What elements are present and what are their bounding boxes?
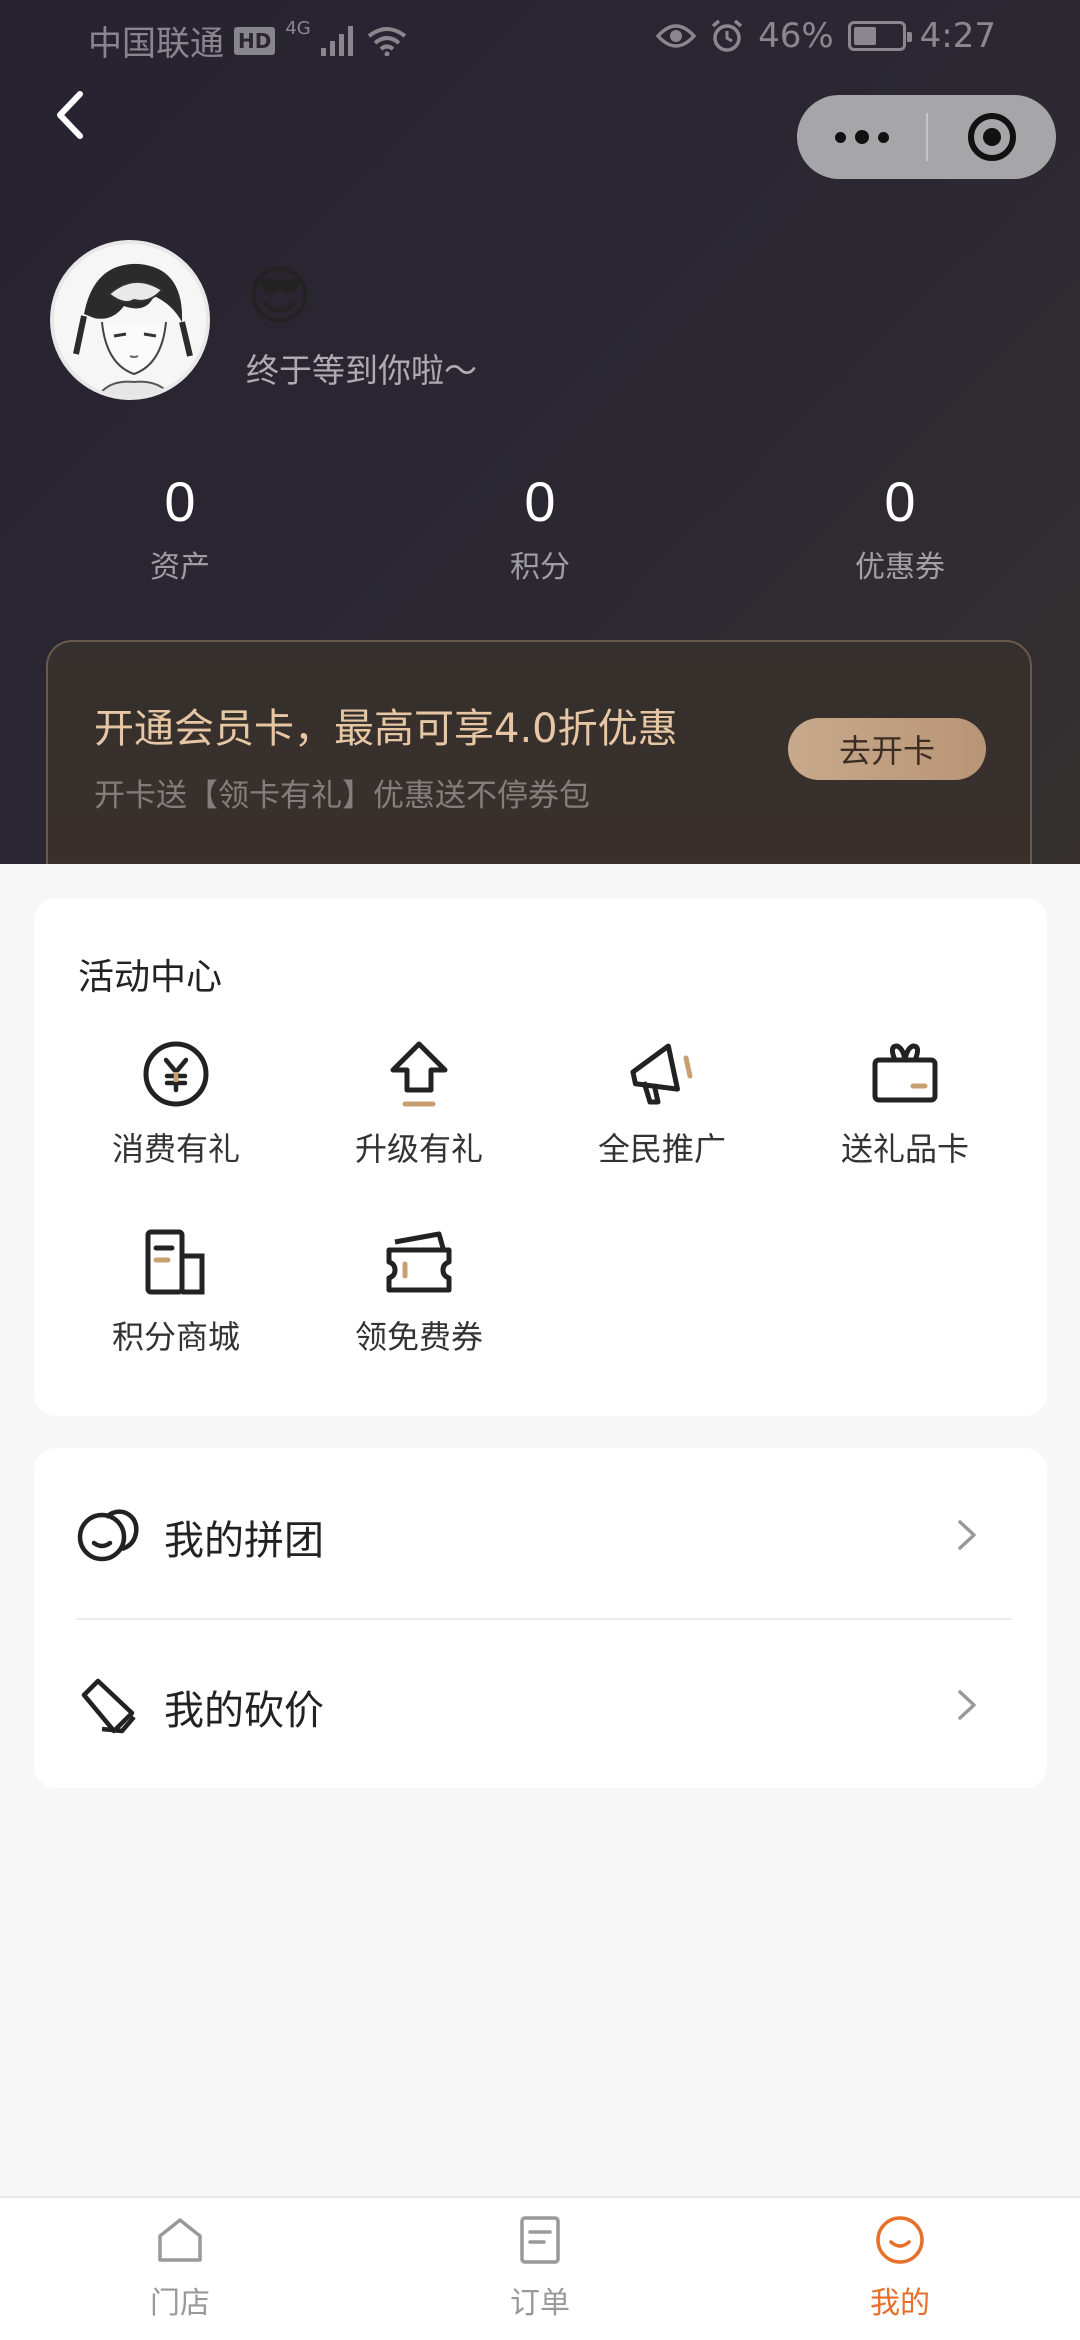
dot: [834, 131, 846, 143]
status-left: 中国联通 HD 4G: [88, 16, 407, 65]
bottom-tab-bar: 门店 订单 我的: [0, 2196, 1080, 2340]
profile-header: 中国联通 HD 4G 46% 4:27 😎 终于等到你啦～ 0 资产 0 积分 …: [0, 0, 1080, 864]
activity-item-label: 积分商城: [111, 1318, 240, 1356]
tab-label: 我的: [870, 2286, 930, 2321]
stat-label: 资产: [150, 550, 210, 585]
activity-item-points-mall[interactable]: 积分商城: [56, 1224, 296, 1358]
network-type: 4G: [285, 18, 311, 39]
eye-icon: [656, 24, 697, 48]
dot: [877, 131, 889, 143]
activity-item-label: 领免费券: [354, 1318, 483, 1356]
battery-icon: [847, 21, 912, 51]
activity-item-label: 消费有礼: [111, 1130, 240, 1168]
bargain-tag-icon: [81, 1678, 136, 1734]
megaphone-icon: [630, 1043, 693, 1105]
list-item-label: 我的拼团: [164, 1518, 324, 1564]
avatar-illustration: [54, 244, 206, 396]
list-item-bargain[interactable]: 我的砍价: [34, 1618, 1047, 1788]
alarm-icon: [711, 19, 743, 52]
back-arrow-icon[interactable]: [40, 80, 110, 150]
my-activities-list: 我的拼团 我的砍价: [34, 1448, 1047, 1788]
miniprogram-capsule: [797, 95, 1056, 179]
stat-value: 0: [164, 470, 196, 533]
activity-center-title: 活动中心: [78, 957, 223, 998]
stat-value: 0: [524, 470, 556, 533]
activity-item-label: 送礼品卡: [840, 1130, 969, 1168]
avatar[interactable]: [50, 240, 210, 400]
group-buy-icon: [77, 1509, 139, 1562]
order-icon: [520, 2216, 560, 2264]
status-bar: 中国联通 HD 4G 46% 4:27: [0, 0, 1080, 75]
store-icon: [158, 2218, 202, 2262]
stat-label: 优惠券: [855, 550, 945, 585]
signal-icon: [320, 25, 353, 56]
tab-label: 门店: [150, 2286, 210, 2321]
more-options-button[interactable]: [797, 95, 926, 179]
open-card-button[interactable]: 去开卡: [788, 718, 986, 780]
tab-store[interactable]: 门店: [80, 2198, 280, 2340]
coupon-icon: [386, 1231, 452, 1293]
activity-item-free-coupon[interactable]: 领免费券: [299, 1224, 539, 1358]
tab-mine[interactable]: 我的: [800, 2198, 1000, 2340]
activity-item-upgrade-gift[interactable]: 升级有礼: [299, 1036, 539, 1170]
member-card-banner[interactable]: 开通会员卡，最高可享4.0折优惠 开卡送【领卡有礼】优惠送不停券包 去开卡: [46, 640, 1032, 864]
points-mall-icon: [145, 1229, 205, 1295]
target-icon: [968, 113, 1016, 161]
stat-value: 0: [884, 470, 916, 533]
clock-time: 4:27: [919, 16, 996, 56]
greeting-text: 终于等到你啦～: [246, 351, 477, 390]
member-card-title: 开通会员卡，最高可享4.0折优惠: [94, 706, 678, 752]
hd-badge: HD: [234, 26, 276, 55]
gift-card-icon: [872, 1043, 938, 1103]
list-item-label: 我的砍价: [164, 1688, 324, 1734]
list-item-group-buy[interactable]: 我的拼团: [34, 1448, 1047, 1618]
dot: [854, 130, 869, 144]
carrier-name: 中国联通: [88, 24, 224, 64]
wifi-icon: [367, 26, 406, 56]
activity-item-label: 全民推广: [597, 1130, 726, 1168]
nickname: 😎: [246, 260, 313, 334]
activity-item-consume-gift[interactable]: 消费有礼: [56, 1036, 296, 1170]
yen-coin-icon: [143, 1041, 209, 1107]
activity-item-gift-card[interactable]: 送礼品卡: [785, 1036, 1025, 1170]
status-right: 46% 4:27: [656, 16, 996, 56]
stat-points[interactable]: 0 积分: [420, 470, 660, 586]
activity-center-panel: 活动中心 消费有礼 升级有礼 全民推广 送礼品卡 积分商城 领免费券: [34, 898, 1047, 1416]
chevron-right-icon: [958, 1690, 976, 1720]
activity-item-label: 升级有礼: [354, 1130, 483, 1168]
stat-assets[interactable]: 0 资产: [60, 470, 300, 586]
tab-orders[interactable]: 订单: [440, 2198, 640, 2340]
battery-percent: 46%: [758, 16, 834, 56]
tab-label: 订单: [510, 2286, 570, 2321]
activity-item-promotion[interactable]: 全民推广: [542, 1036, 782, 1170]
member-card-subtitle: 开卡送【领卡有礼】优惠送不停券包: [94, 778, 590, 814]
chevron-right-icon: [958, 1520, 976, 1550]
upgrade-arrow-icon: [390, 1041, 448, 1107]
stat-coupons[interactable]: 0 优惠券: [780, 470, 1020, 586]
stat-label: 积分: [510, 550, 570, 585]
smile-icon: [876, 2216, 924, 2264]
close-miniprogram-button[interactable]: [928, 95, 1056, 179]
